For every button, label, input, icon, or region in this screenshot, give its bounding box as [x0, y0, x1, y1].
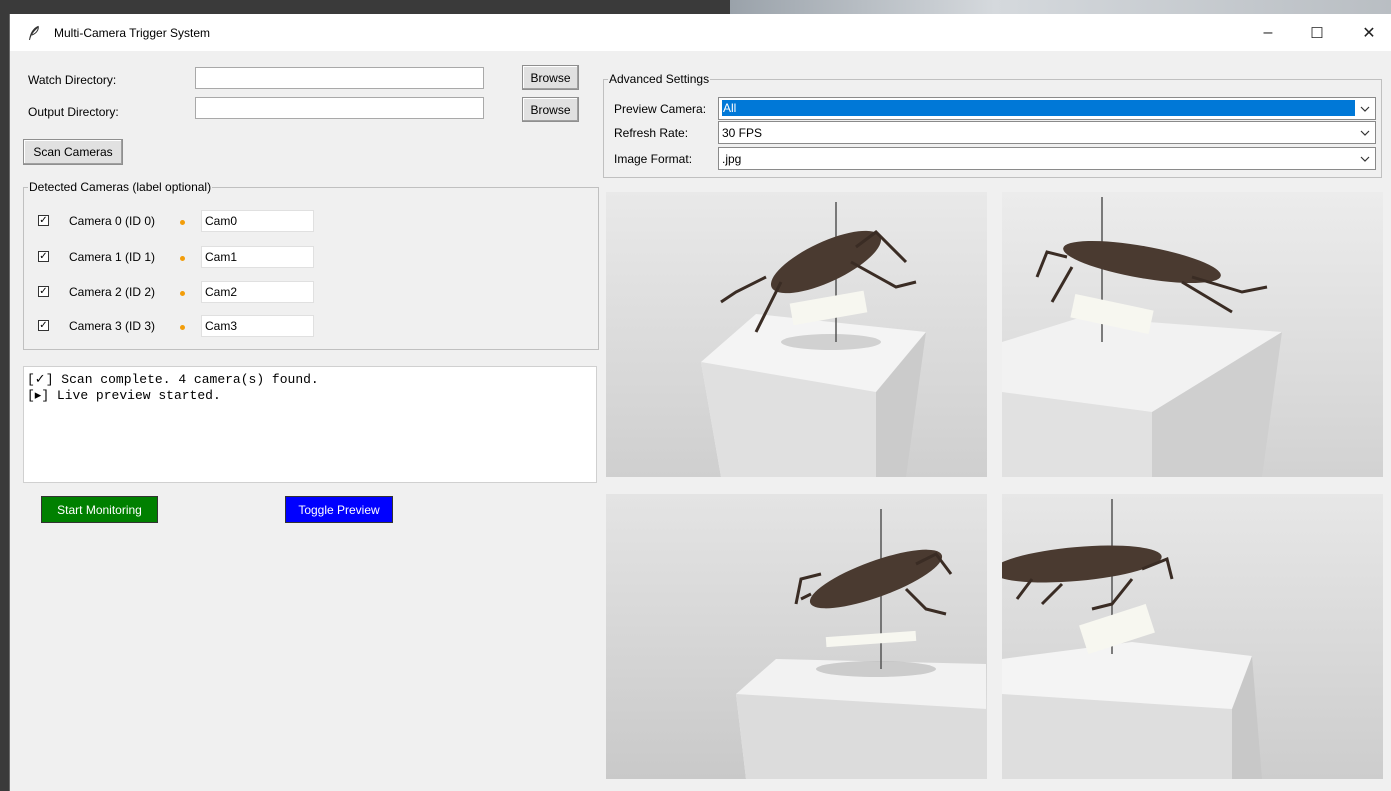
camera-2-preview [606, 494, 987, 779]
app-window: Multi-Camera Trigger System – ☐ ✕ Watch … [9, 14, 1391, 791]
chevron-down-icon [1360, 106, 1370, 112]
camera-name-input[interactable]: Cam1 [201, 246, 314, 268]
preview-camera-value: All [722, 100, 1355, 116]
camera-checkbox[interactable]: ✓ [38, 286, 49, 297]
camera-1-preview [1002, 192, 1383, 477]
watch-directory-input[interactable] [195, 67, 484, 89]
camera-name-input[interactable]: Cam2 [201, 281, 314, 303]
image-format-label: Image Format: [614, 152, 693, 166]
status-dot-icon [180, 325, 185, 330]
camera-row: ✓ Camera 2 (ID 2) Cam2 [25, 281, 325, 305]
watch-directory-label: Watch Directory: [28, 73, 117, 87]
refresh-rate-value: 30 FPS [722, 126, 763, 140]
feather-icon [29, 25, 39, 40]
output-browse-button[interactable]: Browse [522, 97, 579, 122]
camera-row: ✓ Camera 0 (ID 0) Cam0 [25, 210, 325, 234]
chevron-down-icon [1360, 130, 1370, 136]
log-line: [✓] Scan complete. 4 camera(s) found. [27, 372, 319, 387]
camera-name-input[interactable]: Cam3 [201, 315, 314, 337]
camera-row: ✓ Camera 3 (ID 3) Cam3 [25, 315, 325, 339]
title-bar[interactable]: Multi-Camera Trigger System – ☐ ✕ [10, 14, 1391, 51]
camera-3-preview [1002, 494, 1383, 779]
log-line: [▸] Live preview started. [27, 388, 221, 403]
camera-0-preview [606, 192, 987, 477]
minimize-button[interactable]: – [1245, 14, 1291, 51]
camera-label: Camera 0 (ID 0) [69, 214, 156, 228]
refresh-rate-select[interactable]: 30 FPS [718, 121, 1376, 144]
image-format-select[interactable]: .jpg [718, 147, 1376, 170]
refresh-rate-label: Refresh Rate: [614, 126, 689, 140]
camera-row: ✓ Camera 1 (ID 1) Cam1 [25, 246, 325, 270]
camera-checkbox[interactable]: ✓ [38, 320, 49, 331]
detected-cameras-legend: Detected Cameras (label optional) [29, 180, 212, 194]
camera-label: Camera 3 (ID 3) [69, 319, 156, 333]
status-dot-icon [180, 220, 185, 225]
advanced-settings-legend: Advanced Settings [609, 72, 710, 86]
desktop-background [730, 0, 1391, 14]
output-directory-input[interactable] [195, 97, 484, 119]
window-title: Multi-Camera Trigger System [54, 26, 211, 40]
camera-checkbox[interactable]: ✓ [38, 215, 49, 226]
camera-label: Camera 2 (ID 2) [69, 285, 156, 299]
log-text-area[interactable]: [✓] Scan complete. 4 camera(s) found. [▸… [23, 366, 597, 483]
image-format-value: .jpg [722, 152, 742, 166]
scan-cameras-button[interactable]: Scan Cameras [23, 139, 123, 165]
chevron-down-icon [1360, 156, 1370, 162]
status-dot-icon [180, 291, 185, 296]
toggle-preview-button[interactable]: Toggle Preview [285, 496, 393, 523]
watch-browse-button[interactable]: Browse [522, 65, 579, 90]
status-dot-icon [180, 256, 185, 261]
start-monitoring-button[interactable]: Start Monitoring [41, 496, 158, 523]
preview-camera-select[interactable]: All [718, 97, 1376, 120]
camera-label: Camera 1 (ID 1) [69, 250, 156, 264]
close-button[interactable]: ✕ [1346, 14, 1391, 51]
camera-name-input[interactable]: Cam0 [201, 210, 314, 232]
maximize-button[interactable]: ☐ [1294, 14, 1340, 51]
output-directory-label: Output Directory: [28, 105, 119, 119]
camera-checkbox[interactable]: ✓ [38, 251, 49, 262]
preview-camera-label: Preview Camera: [614, 102, 707, 116]
